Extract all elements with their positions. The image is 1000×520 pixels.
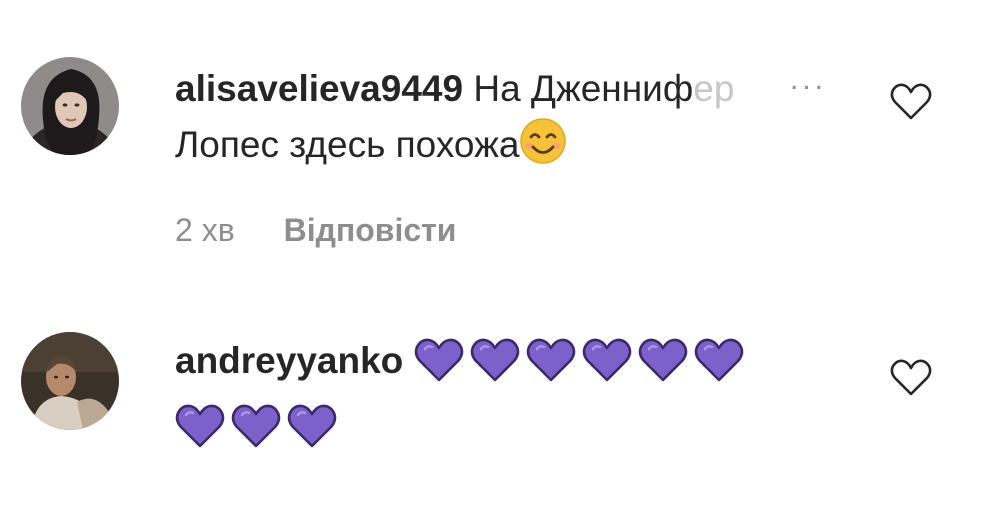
avatar[interactable]	[21, 57, 119, 155]
purple-heart-icon	[414, 337, 464, 399]
comment-meta: 2 хв Відповісти	[175, 212, 456, 249]
comment-item: alisavelieva9449 На Дженнифер Лопес здес…	[0, 0, 1000, 260]
smiling-face-icon	[519, 117, 567, 181]
comment-text: На Дженниф	[473, 68, 694, 109]
avatar[interactable]	[21, 332, 119, 430]
purple-heart-icon	[231, 403, 281, 465]
reply-button[interactable]: Відповісти	[284, 212, 457, 248]
purple-heart-icon	[175, 403, 225, 465]
comment-username[interactable]: andreyyanko	[175, 340, 403, 381]
more-options-button[interactable]: ...	[790, 63, 827, 97]
avatar-image	[21, 57, 119, 155]
comment-body: alisavelieva9449 На Дженнифер Лопес здес…	[175, 61, 865, 181]
purple-heart-icon	[582, 337, 632, 399]
purple-heart-icon	[470, 337, 520, 399]
avatar-image	[21, 332, 119, 430]
comment-time: 2 хв	[175, 212, 235, 248]
purple-heart-icon	[526, 337, 576, 399]
purple-heart-icon	[287, 403, 337, 465]
purple-heart-icon	[638, 337, 688, 399]
comment-username[interactable]: alisavelieva9449	[175, 68, 463, 109]
comment-item: andreyyanko	[0, 320, 1000, 520]
like-button[interactable]	[889, 358, 933, 398]
purple-heart-icon	[694, 337, 744, 399]
like-button[interactable]	[889, 82, 933, 122]
heart-outline-icon	[890, 359, 932, 396]
heart-outline-icon	[890, 83, 932, 120]
comment-body: andreyyanko	[175, 333, 865, 465]
comment-text-faded: ер	[693, 68, 735, 109]
comment-text-line2: Лопес здесь похожа	[175, 124, 520, 165]
